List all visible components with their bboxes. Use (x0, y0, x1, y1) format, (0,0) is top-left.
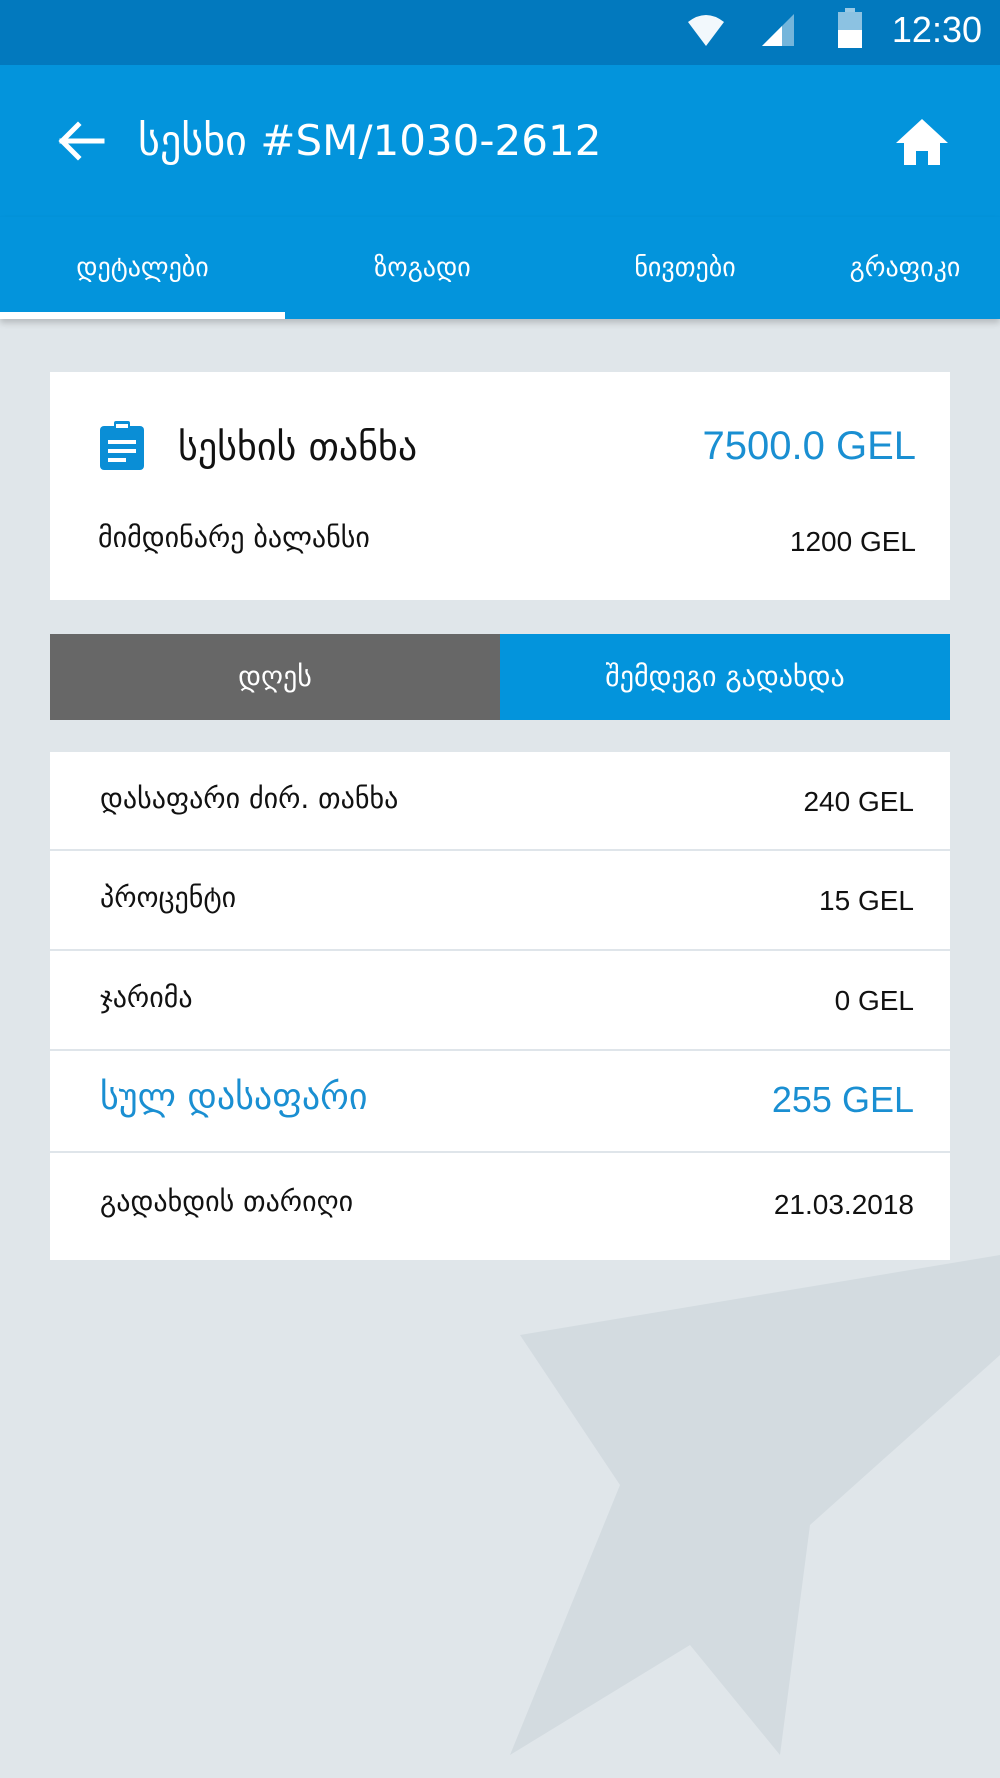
balance-label: მიმდინარე ბალანსი (98, 521, 370, 554)
detail-row-total: სულ დასაფარი 255 GEL (50, 1051, 950, 1153)
detail-value: 21.03.2018 (773, 1189, 914, 1220)
payment-details-card: დასაფარი ძირ. თანხა 240 GEL პროცენტი 15 … (50, 752, 950, 1260)
balance-value: 1200 GEL (789, 526, 916, 557)
loan-amount-value: 7500.0 GEL (702, 424, 917, 468)
arrow-left-icon[interactable] (56, 121, 106, 161)
period-toggle: დღეს შემდეგი გადახდა (50, 634, 950, 720)
status-bar: 12:30 (0, 0, 1000, 65)
page-title: სესხი #SM/1030-2612 (138, 116, 602, 165)
detail-row-penalty: ჯარიმა 0 GEL (50, 951, 950, 1051)
detail-value: 240 GEL (803, 786, 914, 817)
detail-row-payment-date: გადახდის თარიღი 21.03.2018 (50, 1153, 950, 1260)
today-button[interactable]: დღეს (50, 634, 500, 720)
detail-label: პროცენტი (100, 881, 237, 914)
battery-icon (838, 8, 862, 48)
star-watermark-icon (510, 1195, 1000, 1755)
app-bar: სესხი #SM/1030-2612 (0, 65, 1000, 217)
tab-schedule[interactable]: გრაფიკი (810, 217, 1000, 319)
detail-value: 0 GEL (834, 985, 914, 1016)
status-time: 12:30 (891, 9, 982, 50)
clipboard-icon (100, 421, 144, 470)
detail-label: გადახდის თარიღი (100, 1185, 354, 1218)
total-label: სულ დასაფარი (100, 1077, 368, 1118)
detail-row-principal: დასაფარი ძირ. თანხა 240 GEL (50, 752, 950, 851)
tab-details[interactable]: დეტალები (0, 217, 285, 319)
total-value: 255 GEL (771, 1079, 914, 1120)
detail-row-interest: პროცენტი 15 GEL (50, 851, 950, 951)
tab-items[interactable]: ნივთები (560, 217, 810, 319)
loan-amount-label: სესხის თანხა (178, 425, 418, 469)
next-payment-button[interactable]: შემდეგი გადახდა (500, 634, 950, 720)
home-icon[interactable] (894, 117, 950, 167)
loan-summary-card: სესხის თანხა 7500.0 GEL მიმდინარე ბალანს… (50, 372, 950, 600)
detail-value: 15 GEL (819, 885, 914, 916)
wifi-icon (688, 15, 724, 46)
detail-label: დასაფარი ძირ. თანხა (100, 782, 399, 815)
tab-general[interactable]: ზოგადი (285, 217, 560, 319)
tab-indicator (0, 312, 285, 319)
detail-label: ჯარიმა (100, 981, 193, 1014)
tab-bar: დეტალები ზოგადი ნივთები გრაფიკი (0, 217, 1000, 319)
signal-icon (762, 14, 794, 46)
